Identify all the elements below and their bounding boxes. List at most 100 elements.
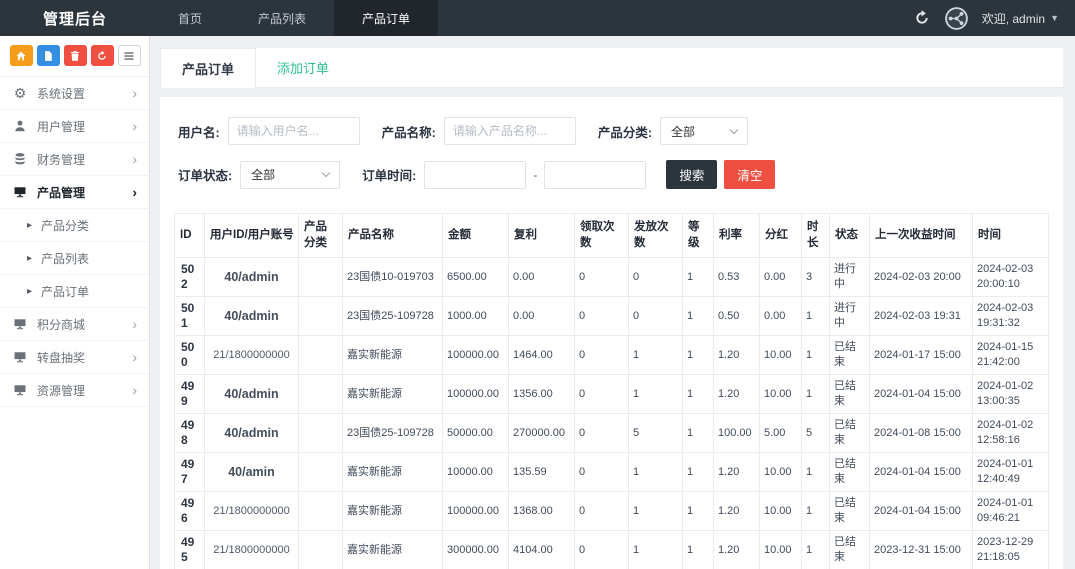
sidebar-item-product-list[interactable]: ▸ 产品列表: [0, 242, 149, 275]
cell-user: 21/1800000000: [204, 335, 299, 376]
chevron-right-icon: ›: [132, 151, 137, 167]
recycle-button[interactable]: [90, 45, 114, 66]
cell-issue-count: 1: [628, 335, 683, 376]
main-area: 产品订单添加订单 用户名: 产品名称: 产品分类: 全部: [150, 36, 1075, 569]
cell-level: 1: [682, 296, 714, 337]
sidebar-item-product-management[interactable]: 产品管理 ›: [0, 176, 149, 209]
nav-item-product-orders[interactable]: 产品订单: [334, 0, 439, 36]
sidebar-item-product-category[interactable]: ▸ 产品分类: [0, 209, 149, 242]
cell-time: 2024-01-01 12:40:49: [972, 452, 1049, 493]
sidebar-item-points-mall[interactable]: 积分商城 ›: [0, 308, 149, 341]
table-body: 502 40/admin 23国债10-019703 6500.00 0.00 0 0 1 0.…: [174, 257, 1049, 569]
username-input[interactable]: [227, 117, 360, 145]
sidebar-item-finance-management[interactable]: 财务管理 ›: [0, 143, 149, 176]
cell-issue-count: 0: [628, 257, 683, 298]
cell-compound: 135.59: [508, 452, 575, 493]
cell-user: 40/amin: [204, 452, 299, 493]
sidebar-item-user-management[interactable]: 用户管理 ›: [0, 110, 149, 143]
cell-level: 1: [682, 374, 714, 415]
cell-time: 2024-02-03 20:00:10: [972, 257, 1049, 298]
cell-rate: 1.20: [713, 374, 760, 415]
sidebar: ⚙ 系统设置 › 用户管理 › 财务管理 › 产品管理 › ▸ 产品分类 ▸ 产品列表 ▸ 产品订单 积分商城…: [0, 36, 150, 569]
sidebar-item-label: 积分商城: [37, 317, 86, 332]
trash-button[interactable]: [63, 45, 87, 66]
list-button[interactable]: [117, 45, 141, 66]
chevron-down-icon: [321, 168, 331, 178]
search-button[interactable]: 搜索: [666, 160, 718, 189]
refresh-icon[interactable]: [913, 9, 931, 27]
sidebar-item-product-orders[interactable]: ▸ 产品订单: [0, 275, 149, 308]
cell-category: [298, 452, 343, 493]
order-status-select-value: 全部: [251, 168, 276, 182]
cell-duration: 3: [801, 257, 830, 298]
cell-category: [298, 374, 343, 415]
table-row: 500 21/1800000000 嘉实新能源 100000.00 1464.00 0 1 1…: [174, 335, 1049, 376]
category-select[interactable]: 全部: [660, 117, 749, 145]
time-range-separator: -: [533, 167, 538, 182]
cell-amount: 50000.00: [442, 413, 509, 454]
cell-amount: 100000.00: [442, 491, 509, 532]
order-status-select[interactable]: 全部: [240, 160, 341, 189]
cell-product: 23国债25-109728: [342, 296, 443, 337]
admin-app: 管理后台 首页 产品列表 产品订单 欢迎, admin ▼ ⚙ 系统设置 › 用户管理 › 财…: [0, 0, 1075, 569]
col-header-user: 用户ID/用户账号: [204, 212, 299, 259]
tab-add-order[interactable]: 添加订单: [256, 48, 350, 87]
sidebar-item-label: 产品管理: [37, 185, 86, 200]
order-time-start-input[interactable]: [424, 160, 527, 189]
cell-duration: 1: [801, 335, 830, 376]
cell-category: [298, 296, 343, 337]
nav-item-home[interactable]: 首页: [150, 0, 230, 36]
cell-time: 2024-01-02 13:00:35: [972, 374, 1049, 415]
cell-issue-count: 1: [628, 530, 683, 569]
order-time-end-input[interactable]: [544, 160, 647, 189]
monitor-icon: [12, 185, 28, 199]
orders-table: ID 用户ID/用户账号 产品分类 产品名称 金额 复利 领取次数 发放次数 等级 利率 分红 时长状…: [174, 212, 1049, 569]
cell-level: 1: [682, 335, 714, 376]
nav-item-product-list[interactable]: 产品列表: [230, 0, 334, 36]
sidebar-item-system-settings[interactable]: ⚙ 系统设置 ›: [0, 77, 149, 110]
sidebar-item-resource-management[interactable]: 资源管理 ›: [0, 374, 149, 407]
tab-product-orders[interactable]: 产品订单: [160, 48, 257, 88]
cell-claim-count: 0: [574, 452, 629, 493]
cell-status: 进行中: [829, 257, 870, 298]
product-name-input[interactable]: [443, 117, 576, 145]
sidebar-item-lucky-wheel[interactable]: 转盘抽奖 ›: [0, 341, 149, 374]
cell-last-income-time: 2024-01-04 15:00: [869, 452, 973, 493]
cell-status: 已结束: [829, 452, 870, 493]
col-header-product: 产品名称: [342, 212, 443, 259]
caret-right-icon: ▸: [27, 219, 33, 231]
cell-rate: 100.00: [713, 413, 760, 454]
sidebar-item-label: 用户管理: [37, 119, 86, 134]
cell-id: 502: [174, 257, 205, 298]
category-label: 产品分类:: [597, 125, 653, 140]
cell-category: [298, 413, 343, 454]
cell-status: 已结束: [829, 335, 870, 376]
cell-amount: 300000.00: [442, 530, 509, 569]
cell-compound: 1464.00: [508, 335, 575, 376]
cell-last-income-time: 2023-12-31 15:00: [869, 530, 973, 569]
cell-user: 40/admin: [204, 257, 299, 298]
col-header-last-income-time: 上一次收益时间: [869, 212, 973, 259]
topbar-right: 欢迎, admin ▼: [913, 0, 1075, 36]
cell-issue-count: 0: [628, 296, 683, 337]
cell-claim-count: 0: [574, 530, 629, 569]
clear-button[interactable]: 清空: [724, 160, 776, 189]
cell-dividend: 10.00: [759, 491, 802, 532]
user-menu[interactable]: 欢迎, admin ▼: [982, 10, 1059, 27]
cell-compound: 1356.00: [508, 374, 575, 415]
cell-amount: 1000.00: [442, 296, 509, 337]
cell-compound: 0.00: [508, 257, 575, 298]
col-header-amount: 金额: [442, 212, 509, 259]
cell-user: 21/1800000000: [204, 530, 299, 569]
cell-dividend: 10.00: [759, 374, 802, 415]
table-row: 497 40/amin 嘉实新能源 10000.00 135.59 0 1 1 1.20 10.0…: [174, 452, 1049, 493]
product-name-label: 产品名称:: [381, 125, 436, 140]
table-row: 498 40/admin 23国债25-109728 50000.00 270000.0…: [174, 413, 1049, 454]
home-button[interactable]: [10, 45, 33, 66]
avatar[interactable]: [944, 6, 968, 30]
tab-bar: 产品订单 添加订单: [160, 48, 1063, 88]
cell-dividend: 10.00: [759, 530, 802, 569]
cell-compound: 4104.00: [508, 530, 575, 569]
file-button[interactable]: [36, 45, 60, 66]
cell-dividend: 5.00: [759, 413, 802, 454]
